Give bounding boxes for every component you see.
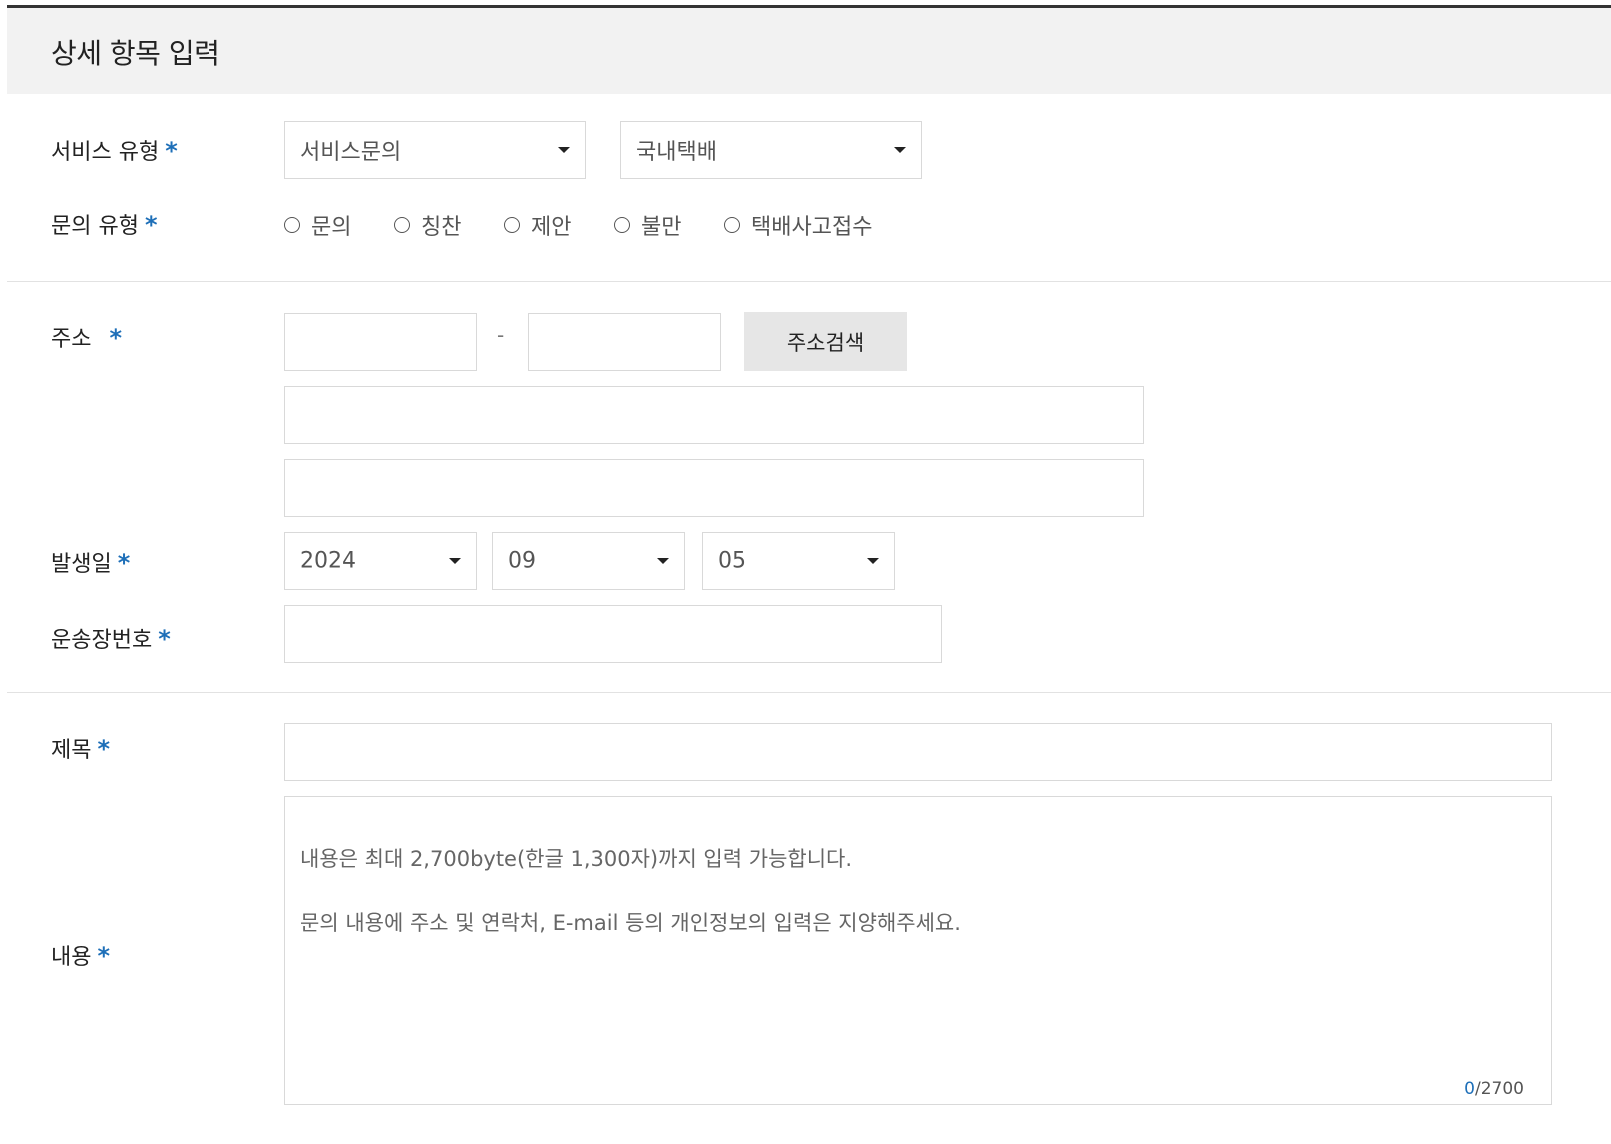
content-placeholder: 내용은 최대 2,700byte(한글 1,300자)까지 입력 가능합니다. … [300,811,961,971]
section-header: 상세 항목 입력 [7,8,1611,94]
radio-praise[interactable]: 칭찬 [394,208,461,242]
caret-down-icon [657,558,669,564]
content-label-text: 내용 [51,945,92,970]
caret-down-icon [894,147,906,153]
waybill-label: 운송장번호 * [51,622,171,654]
caret-down-icon [867,558,879,564]
subject-label: 제목 * [51,732,110,764]
radio-circle-icon[interactable] [724,217,740,233]
required-mark: * [97,735,111,763]
required-mark: * [117,549,131,577]
radio-label: 칭찬 [421,215,462,240]
content-placeholder-line2: 문의 내용에 주소 및 연락처, E-mail 등의 개인정보의 입력은 지양해… [300,911,961,935]
counter-max: /2700 [1475,1079,1524,1099]
inquiry-type-label: 문의 유형 * [51,208,158,240]
service-type-label-text: 서비스 유형 [51,140,160,165]
year-select[interactable]: 2024 [284,532,477,590]
zipcode-part2-input[interactable] [528,313,721,371]
service-category-select[interactable]: 서비스문의 [284,121,586,179]
radio-circle-icon[interactable] [284,217,300,233]
content-textarea[interactable]: 내용은 최대 2,700byte(한글 1,300자)까지 입력 가능합니다. … [284,796,1552,1105]
required-mark: * [158,625,171,653]
subject-input[interactable] [284,723,1552,781]
radio-circle-icon[interactable] [614,217,630,233]
zipcode-dash: - [497,323,505,347]
day-value: 05 [718,548,746,574]
section-title: 상세 항목 입력 [51,37,220,70]
character-counter: 0/2700 [1464,1079,1524,1099]
address-label-text: 주소 [51,327,92,352]
required-mark: * [97,942,111,970]
radio-inquiry[interactable]: 문의 [284,208,351,242]
content-placeholder-line1: 내용은 최대 2,700byte(한글 1,300자)까지 입력 가능합니다. [300,847,853,871]
service-subcategory-value: 국내택배 [636,140,717,165]
counter-current: 0 [1464,1079,1475,1099]
day-select[interactable]: 05 [702,532,895,590]
radio-delivery-accident[interactable]: 택배사고접수 [724,208,872,242]
zipcode-part1-input[interactable] [284,313,477,371]
address-line2-input[interactable] [284,459,1144,517]
required-mark: * [165,137,178,165]
radio-label: 택배사고접수 [751,215,873,240]
radio-label: 문의 [311,215,352,240]
service-subcategory-select[interactable]: 국내택배 [620,121,922,179]
subject-label-text: 제목 [51,738,92,763]
radio-circle-icon[interactable] [504,217,520,233]
year-value: 2024 [300,548,356,574]
month-select[interactable]: 09 [492,532,685,590]
required-mark: * [109,324,123,352]
divider [7,692,1611,693]
caret-down-icon [558,147,570,153]
address-label: 주소 * [51,321,122,353]
waybill-number-input[interactable] [284,605,942,663]
waybill-label-text: 운송장번호 [51,628,153,653]
service-type-label: 서비스 유형 * [51,134,178,166]
divider [7,281,1611,282]
address-line1-input[interactable] [284,386,1144,444]
occurrence-date-label: 발생일 * [51,546,130,578]
radio-complaint[interactable]: 불만 [614,208,681,242]
month-value: 09 [508,548,536,574]
radio-suggestion[interactable]: 제안 [504,208,571,242]
content-label: 내용 * [51,939,110,971]
radio-label: 불만 [641,215,682,240]
service-category-value: 서비스문의 [300,140,402,165]
inquiry-type-label-text: 문의 유형 [51,214,139,239]
radio-label: 제안 [531,215,572,240]
radio-circle-icon[interactable] [394,217,410,233]
required-mark: * [144,211,158,239]
address-search-button[interactable]: 주소검색 [744,312,907,371]
occurrence-date-label-text: 발생일 [51,552,112,577]
caret-down-icon [449,558,461,564]
detail-form: 상세 항목 입력 서비스 유형 * 서비스문의 국내택배 문의 유형 * 문의 칭찬… [7,5,1611,1144]
